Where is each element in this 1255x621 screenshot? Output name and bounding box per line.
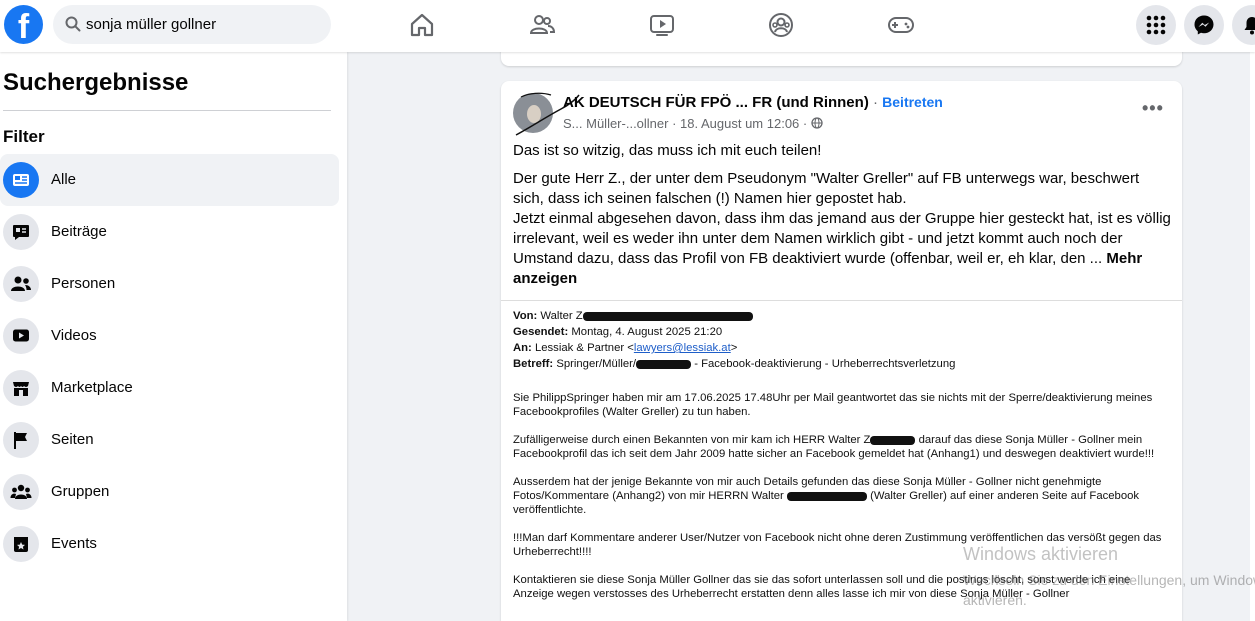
redaction-mark bbox=[870, 435, 916, 445]
calendar-icon bbox=[3, 526, 39, 562]
bell-icon bbox=[1244, 17, 1255, 35]
people-icon bbox=[3, 266, 39, 302]
sidebar-title: Suchergebnisse bbox=[3, 69, 189, 96]
author-and-timestamp[interactable]: S... Müller-...ollner · 18. August um 12… bbox=[563, 116, 807, 131]
search-result-post: AK DEUTSCH FÜR FPÖ ... FR (und Rinnen) ·… bbox=[501, 81, 1182, 621]
post-text-paragraph: Jetzt einmal abgesehen davon, dass ihm d… bbox=[513, 209, 1173, 289]
sidebar-item-label: Marketplace bbox=[51, 379, 133, 396]
sidebar-item-label: Events bbox=[51, 535, 97, 552]
post-header: AK DEUTSCH FÜR FPÖ ... FR (und Rinnen) ·… bbox=[563, 94, 943, 111]
post-meta: S... Müller-...ollner · 18. August um 12… bbox=[563, 116, 823, 131]
group-name-link[interactable]: AK DEUTSCH FÜR FPÖ ... FR (und Rinnen) bbox=[563, 94, 869, 111]
shop-icon bbox=[3, 370, 39, 406]
email-sent: Gesendet: Montag, 4. August 2025 21:20 bbox=[513, 326, 723, 338]
more-options-icon[interactable]: ••• bbox=[1142, 98, 1164, 119]
sidebar-divider bbox=[3, 110, 331, 111]
sidebar-item-label: Videos bbox=[51, 327, 97, 344]
post-text-continued: Jetzt einmal abgesehen davon, dass ihm d… bbox=[513, 210, 1171, 267]
redaction-mark bbox=[582, 311, 753, 321]
email-subject: Betreff: Springer/Müller/ - Facebook-dea… bbox=[513, 358, 956, 370]
sidebar-item-beitraege[interactable]: Beiträge bbox=[0, 206, 339, 258]
post-icon bbox=[3, 214, 39, 250]
sidebar-item-label: Gruppen bbox=[51, 483, 110, 500]
redaction-mark bbox=[786, 491, 867, 501]
windows-activation-title: Windows aktivieren bbox=[963, 544, 1119, 564]
post-text-line: Das ist so witzig, das muss ich mit euch… bbox=[513, 142, 822, 159]
groups-nav-icon[interactable] bbox=[766, 10, 796, 40]
sidebar-item-videos[interactable]: Videos bbox=[0, 310, 339, 362]
sidebar-item-events[interactable]: Events bbox=[0, 518, 339, 570]
globe-icon bbox=[811, 117, 823, 129]
search-box[interactable] bbox=[53, 5, 331, 44]
top-navigation-bar: f bbox=[0, 0, 1255, 52]
sidebar-item-gruppen[interactable]: Gruppen bbox=[0, 466, 339, 518]
search-sidebar: Suchergebnisse Filter Alle Beiträge Pers… bbox=[0, 52, 347, 621]
groups-icon bbox=[3, 474, 39, 510]
redaction-mark bbox=[636, 359, 692, 369]
email-to: An: Lessiak & Partner <lawyers@lessiak.a… bbox=[513, 342, 738, 354]
menu-grid-button[interactable] bbox=[1136, 5, 1176, 45]
email-paragraph: Sie PhilippSpringer haben mir am 17.06.2… bbox=[513, 392, 1153, 418]
grid-menu-icon bbox=[1146, 15, 1166, 35]
notifications-button[interactable] bbox=[1232, 5, 1255, 45]
windows-activation-text: Wechseln Sie zu den Einstellungen, um Wi… bbox=[963, 572, 1255, 608]
filter-heading: Filter bbox=[3, 127, 45, 146]
join-group-button[interactable]: Beitreten bbox=[882, 94, 943, 110]
feed-icon bbox=[3, 162, 39, 198]
email-from: Von: Walter Z bbox=[513, 309, 1170, 323]
search-icon bbox=[65, 16, 81, 32]
gaming-icon[interactable] bbox=[886, 10, 916, 40]
email-paragraph: Zufälligerweise durch einen Bekannten vo… bbox=[513, 434, 1155, 460]
sidebar-item-personen[interactable]: Personen bbox=[0, 258, 339, 310]
flag-icon bbox=[3, 422, 39, 458]
sidebar-item-label: Alle bbox=[51, 171, 77, 188]
separator-dot: · bbox=[872, 94, 878, 111]
messenger-icon bbox=[1194, 15, 1214, 35]
sidebar-item-alle[interactable]: Alle bbox=[0, 154, 339, 206]
sidebar-item-label: Personen bbox=[51, 275, 116, 292]
friends-icon[interactable] bbox=[527, 10, 557, 40]
facebook-logo-icon[interactable]: f bbox=[4, 5, 43, 44]
scrollbar-area[interactable] bbox=[1250, 52, 1255, 621]
email-address-link[interactable]: lawyers@lessiak.at bbox=[634, 342, 731, 354]
post-body: Das ist so witzig, das muss ich mit euch… bbox=[513, 141, 1173, 289]
sidebar-item-label: Beiträge bbox=[51, 223, 107, 240]
sidebar-item-seiten[interactable]: Seiten bbox=[0, 414, 339, 466]
sidebar-item-label: Seiten bbox=[51, 431, 94, 448]
watch-video-icon[interactable] bbox=[647, 10, 677, 40]
sidebar-item-marketplace[interactable]: Marketplace bbox=[0, 362, 339, 414]
search-input[interactable] bbox=[86, 5, 316, 44]
post-text-paragraph: Der gute Herr Z., der unter dem Pseudony… bbox=[513, 170, 1140, 207]
home-icon[interactable] bbox=[407, 10, 437, 40]
email-paragraph: Ausserdem hat der jenige Bekannte von mi… bbox=[513, 476, 1140, 516]
messenger-button[interactable] bbox=[1184, 5, 1224, 45]
video-icon bbox=[3, 318, 39, 354]
